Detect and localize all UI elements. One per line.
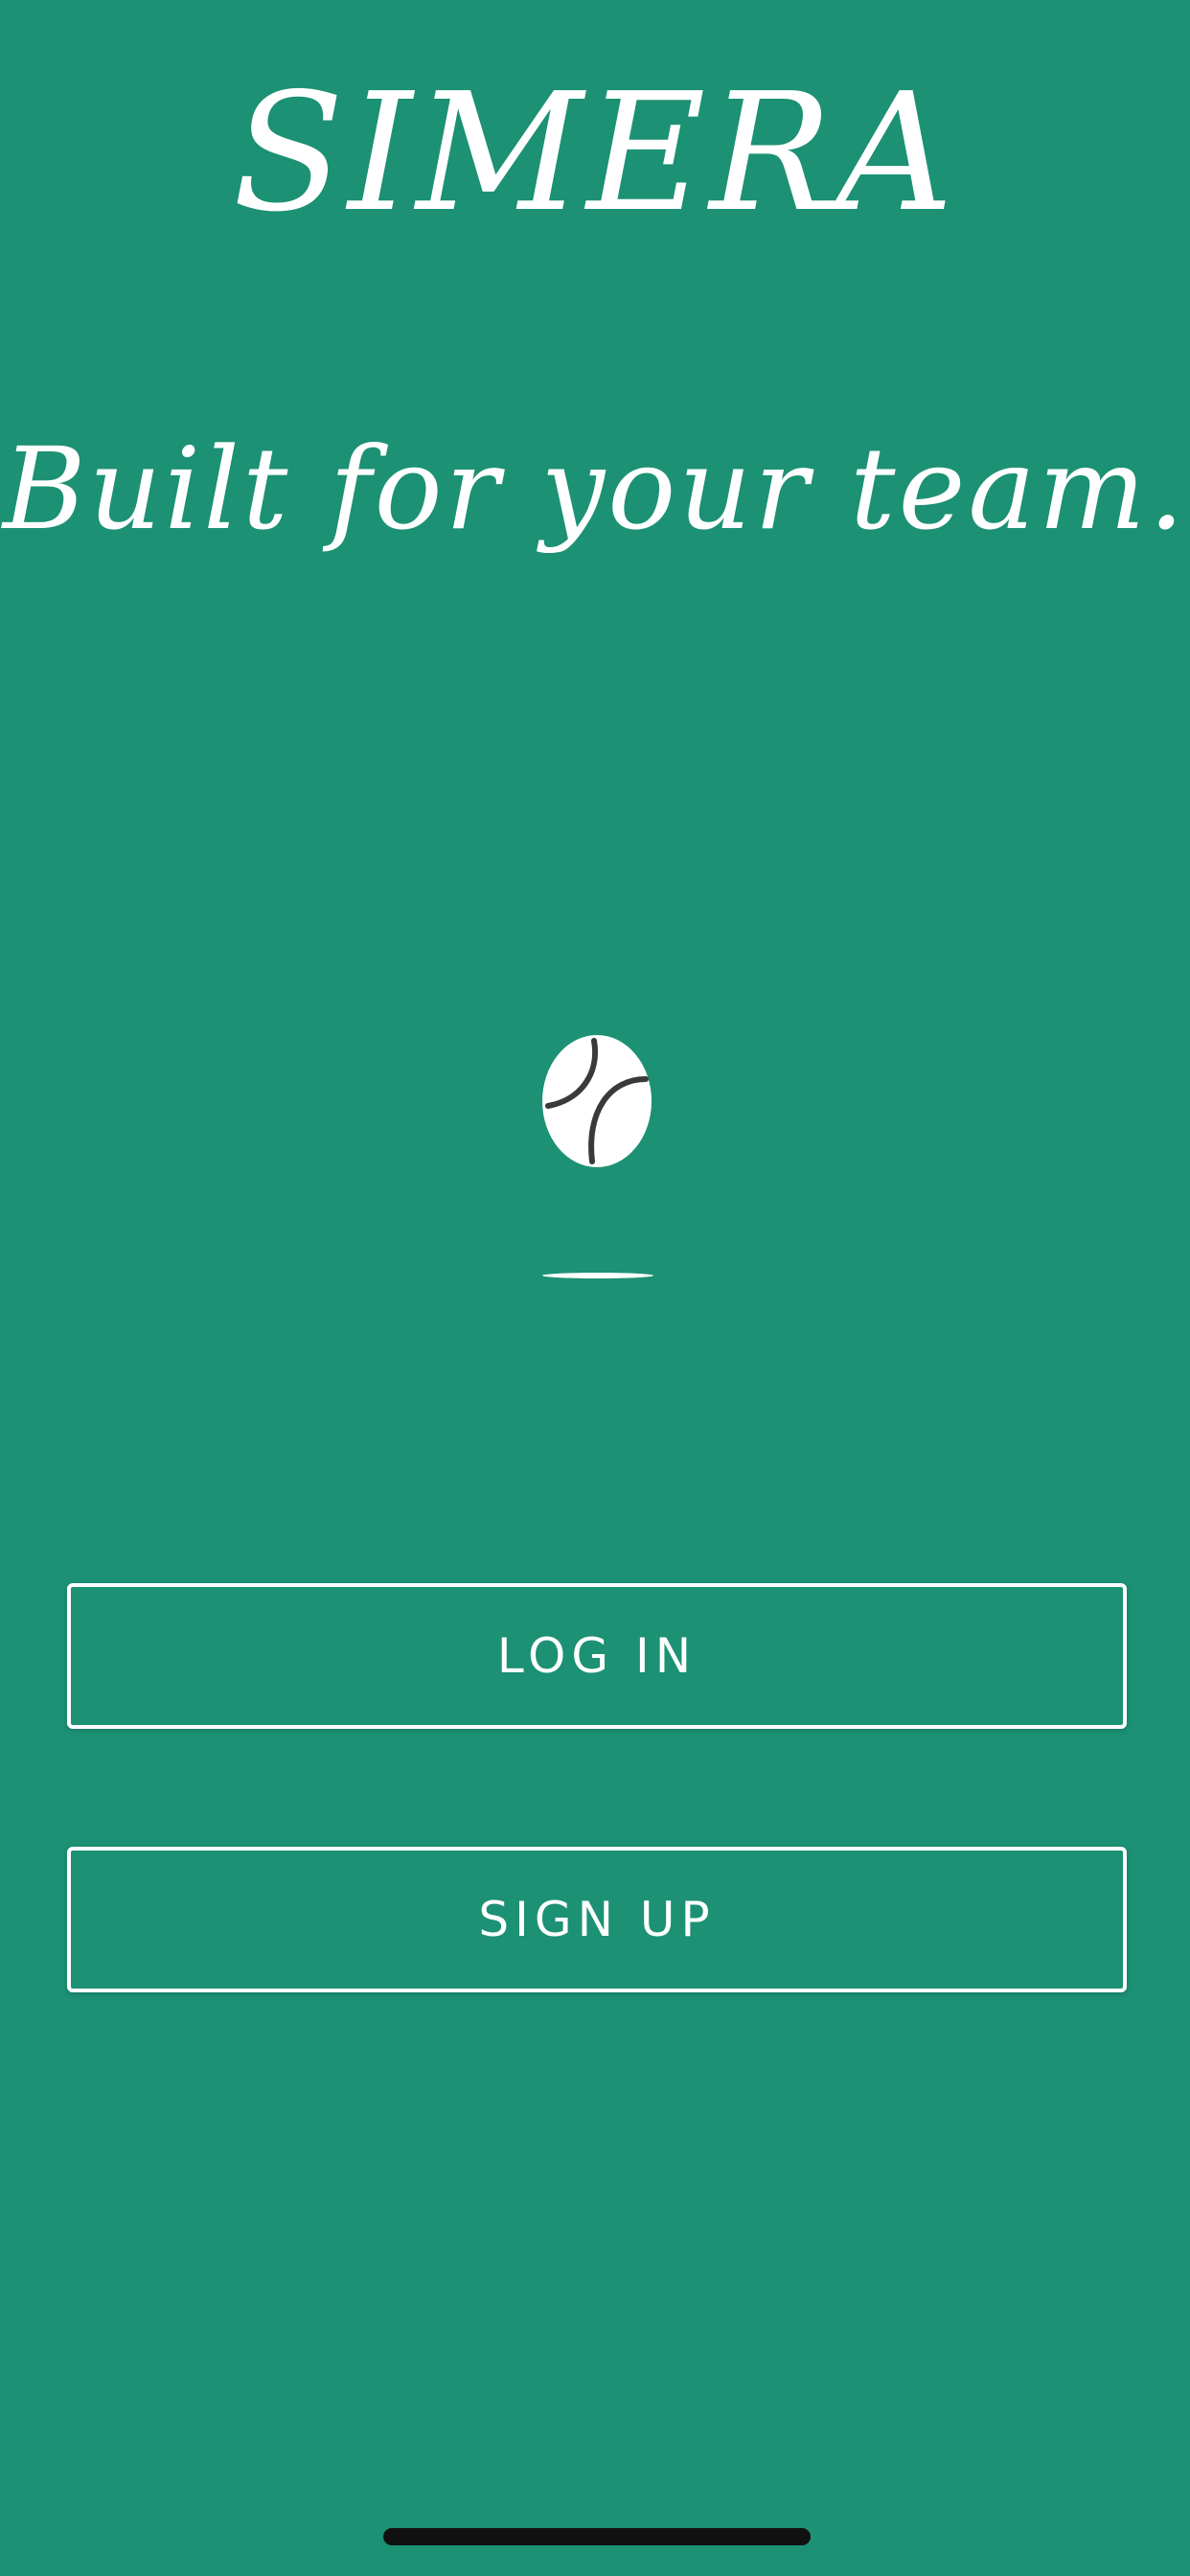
tagline: Built for your team.	[2, 423, 1188, 555]
signup-button[interactable]: SIGN UP	[67, 1847, 1127, 1992]
home-indicator[interactable]	[383, 2528, 811, 2545]
ball-shadow	[542, 1273, 653, 1278]
tennis-ball-icon	[542, 1035, 652, 1167]
login-button[interactable]: LOG IN	[67, 1583, 1127, 1729]
app-title: SIMERA	[232, 58, 958, 248]
